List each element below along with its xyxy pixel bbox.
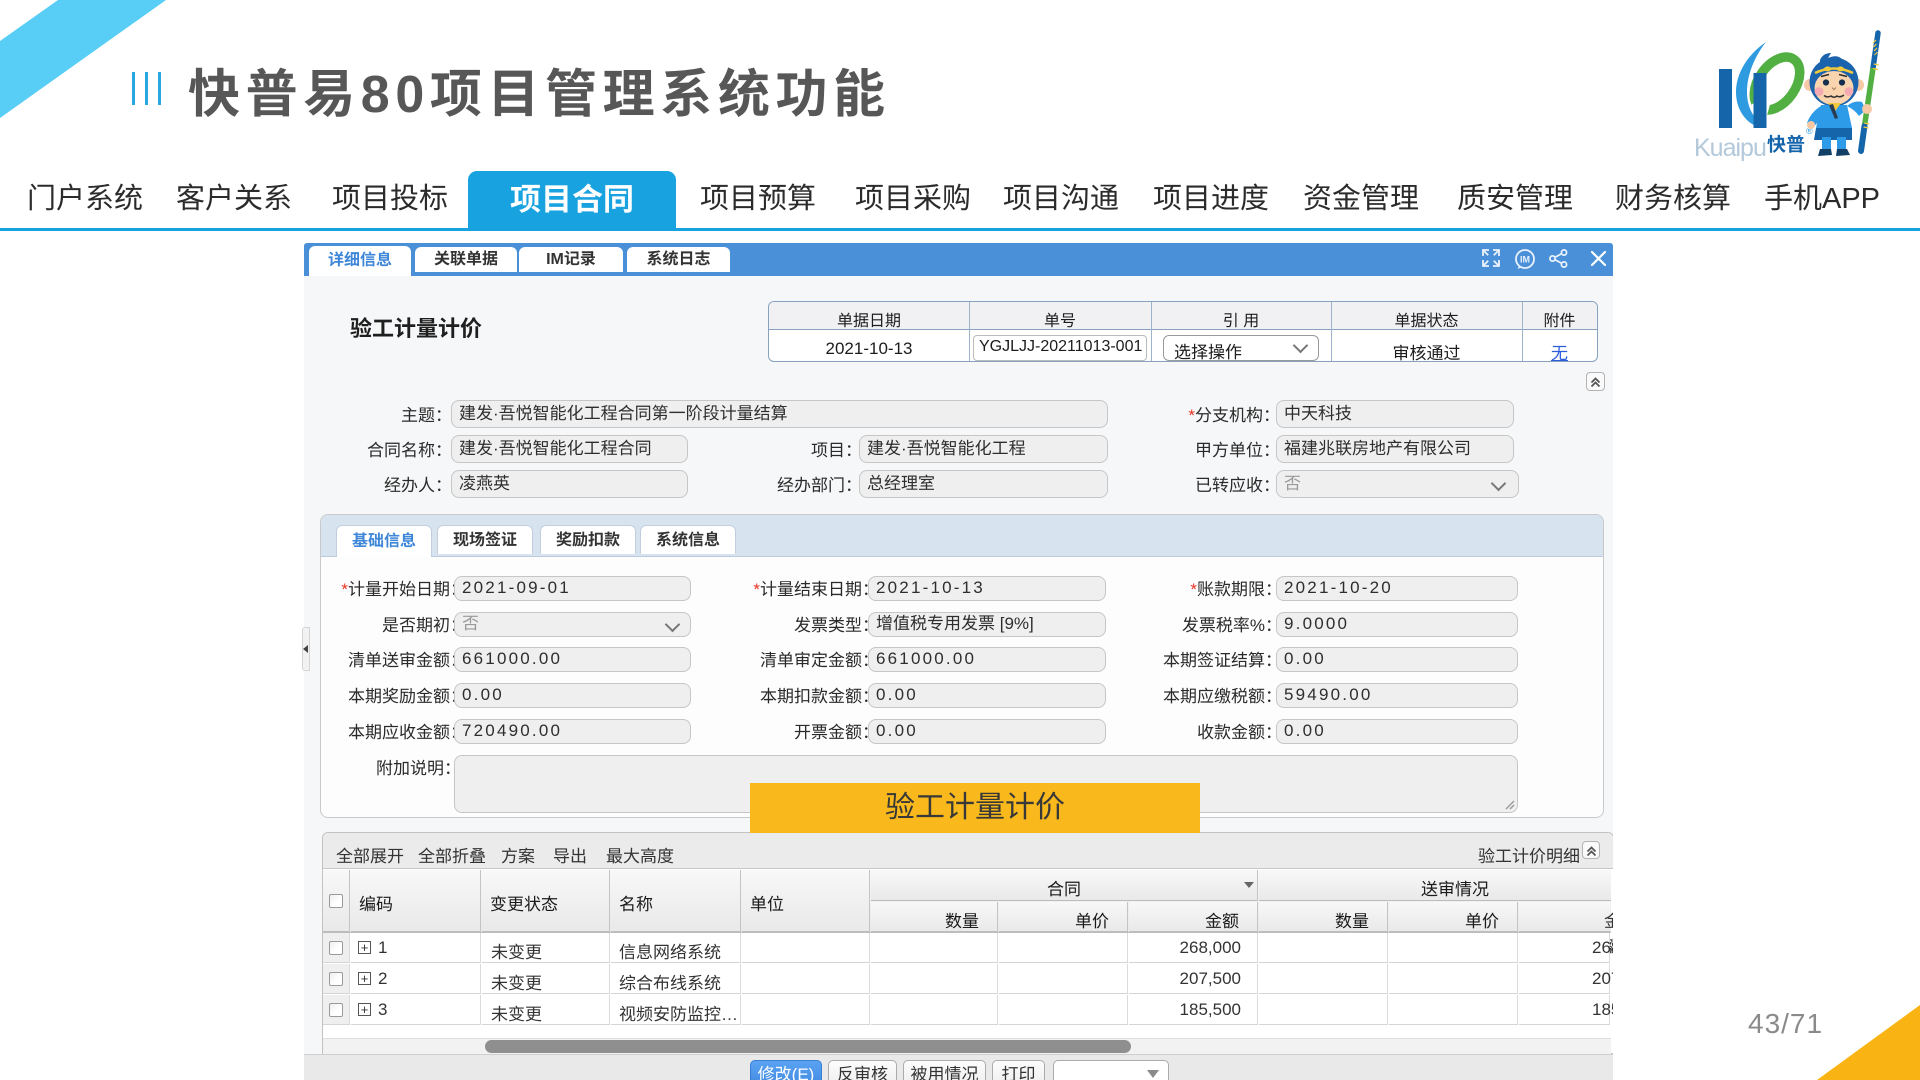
svg-text:Kuaipu: Kuaipu bbox=[1694, 134, 1766, 162]
svg-text:快普: 快普 bbox=[1767, 134, 1805, 156]
svg-text:IM: IM bbox=[1520, 255, 1530, 265]
